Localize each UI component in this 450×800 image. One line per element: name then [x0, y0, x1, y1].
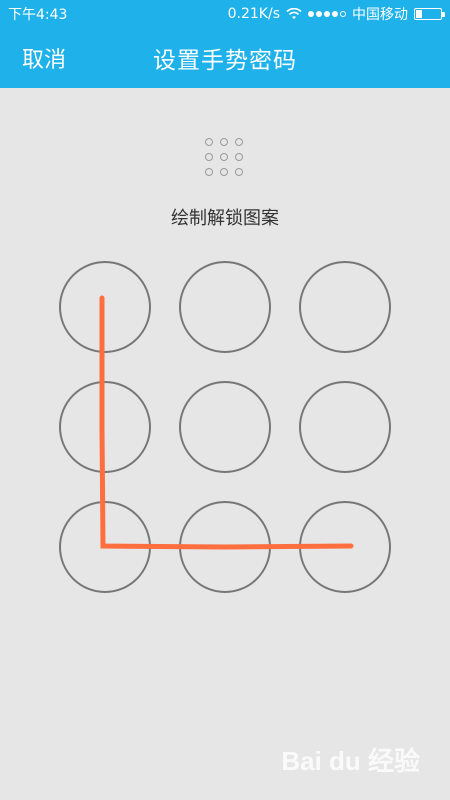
- pattern-node-5[interactable]: [179, 381, 271, 473]
- pattern-node-1[interactable]: [59, 261, 151, 353]
- pattern-node-6[interactable]: [299, 381, 391, 473]
- pattern-grid[interactable]: [0, 0, 450, 800]
- pattern-node-2[interactable]: [179, 261, 271, 353]
- pattern-node-4[interactable]: [59, 381, 151, 473]
- watermark-logo: Bai du 经验: [281, 746, 420, 776]
- pattern-node-3[interactable]: [299, 261, 391, 353]
